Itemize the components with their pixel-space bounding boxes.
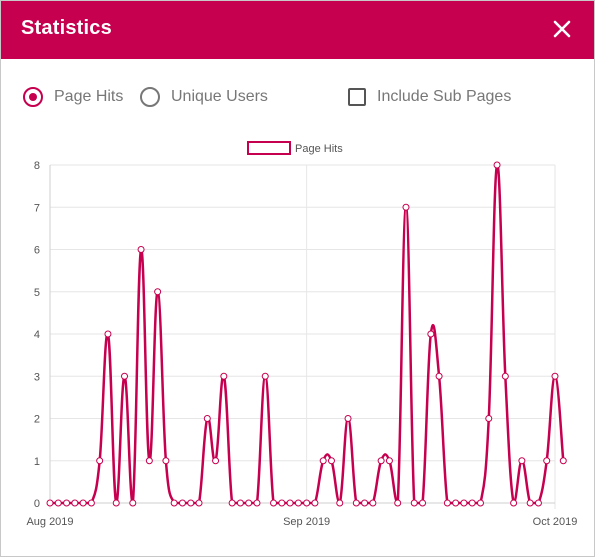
chart-svg: 0 1 2 3 4 5 6 7 8 Aug 2019 Sep 2019 Oct 2019 Page Hi… bbox=[26, 141, 578, 528]
data-point[interactable] bbox=[170, 499, 178, 507]
y-tick-label: 4 bbox=[34, 329, 40, 341]
page-hits-radio[interactable] bbox=[23, 87, 43, 107]
data-point[interactable] bbox=[46, 499, 54, 507]
x-tick-label: Oct 2019 bbox=[533, 516, 578, 528]
page-hits-label: Page Hits bbox=[54, 88, 124, 105]
data-point[interactable] bbox=[410, 499, 418, 507]
data-point[interactable] bbox=[476, 499, 484, 507]
y-tick-label: 7 bbox=[34, 202, 40, 214]
data-point[interactable] bbox=[154, 288, 162, 296]
data-point[interactable] bbox=[344, 415, 352, 422]
data-point[interactable] bbox=[402, 203, 410, 211]
data-point[interactable] bbox=[129, 499, 137, 507]
data-point[interactable] bbox=[435, 372, 443, 380]
data-point[interactable] bbox=[195, 499, 203, 507]
data-point[interactable] bbox=[162, 457, 170, 465]
data-point[interactable] bbox=[203, 415, 211, 422]
data-point[interactable] bbox=[336, 499, 344, 507]
data-point[interactable] bbox=[510, 499, 518, 507]
data-point[interactable] bbox=[63, 499, 71, 507]
data-point[interactable] bbox=[443, 499, 451, 507]
data-point[interactable] bbox=[551, 372, 559, 380]
y-tick-label: 0 bbox=[34, 498, 40, 510]
legend-swatch[interactable] bbox=[247, 141, 291, 155]
y-tick-label: 2 bbox=[34, 414, 40, 426]
data-point[interactable] bbox=[559, 457, 567, 465]
data-point[interactable] bbox=[104, 330, 112, 338]
y-tick-label: 6 bbox=[34, 245, 40, 257]
data-point[interactable] bbox=[96, 457, 104, 465]
x-tick-label: Sep 2019 bbox=[283, 516, 330, 528]
dialog-title: Statistics bbox=[21, 17, 112, 39]
data-point[interactable] bbox=[245, 499, 253, 507]
data-point[interactable] bbox=[526, 499, 534, 507]
data-point[interactable] bbox=[253, 499, 261, 507]
data-point[interactable] bbox=[493, 161, 501, 169]
data-point[interactable] bbox=[178, 499, 186, 507]
data-point[interactable] bbox=[79, 499, 87, 507]
data-point[interactable] bbox=[270, 499, 278, 507]
data-point[interactable] bbox=[294, 499, 302, 507]
data-point[interactable] bbox=[327, 457, 335, 465]
page-hits-chart: 0 1 2 3 4 5 6 7 8 Aug 2019 Sep 2019 Oct 2019 Page Hi… bbox=[1, 131, 594, 536]
data-point[interactable] bbox=[236, 499, 244, 507]
legend-label[interactable]: Page Hits bbox=[295, 143, 343, 155]
close-icon bbox=[553, 20, 571, 38]
unique-users-radio[interactable] bbox=[140, 87, 160, 107]
y-tick-label: 8 bbox=[34, 160, 40, 172]
data-point[interactable] bbox=[518, 457, 526, 465]
data-point[interactable] bbox=[543, 457, 551, 465]
data-point[interactable] bbox=[145, 457, 153, 465]
data-point[interactable] bbox=[385, 457, 393, 465]
page-hits-radio-option[interactable]: Page Hits bbox=[23, 86, 123, 108]
data-point[interactable] bbox=[361, 499, 369, 507]
include-sub-pages-option[interactable]: Include Sub Pages bbox=[348, 86, 511, 108]
data-point[interactable] bbox=[303, 499, 311, 507]
data-point[interactable] bbox=[369, 499, 377, 507]
unique-users-label: Unique Users bbox=[171, 88, 268, 105]
data-point[interactable] bbox=[460, 499, 468, 507]
data-point[interactable] bbox=[71, 499, 79, 507]
data-point[interactable] bbox=[427, 330, 435, 338]
y-tick-label: 1 bbox=[34, 456, 40, 468]
x-tick-label: Aug 2019 bbox=[26, 516, 73, 528]
unique-users-radio-option[interactable]: Unique Users bbox=[140, 86, 268, 108]
statistics-dialog: Statistics Page Hits Unique Users Includ… bbox=[0, 0, 595, 557]
data-point[interactable] bbox=[278, 499, 286, 507]
data-point[interactable] bbox=[121, 372, 129, 380]
data-point[interactable] bbox=[468, 499, 476, 507]
stat-options: Page Hits Unique Users Include Sub Pages bbox=[1, 81, 594, 113]
dialog-titlebar: Statistics bbox=[1, 1, 594, 59]
data-point[interactable] bbox=[212, 457, 220, 465]
data-point[interactable] bbox=[534, 499, 542, 507]
data-point[interactable] bbox=[501, 372, 509, 380]
y-tick-label: 5 bbox=[34, 287, 40, 299]
data-point[interactable] bbox=[319, 457, 327, 465]
data-point[interactable] bbox=[261, 372, 269, 380]
data-point[interactable] bbox=[286, 499, 294, 507]
data-point[interactable] bbox=[112, 499, 120, 507]
data-point[interactable] bbox=[228, 499, 236, 507]
data-point[interactable] bbox=[137, 246, 145, 253]
data-point[interactable] bbox=[394, 499, 402, 507]
data-point[interactable] bbox=[419, 499, 427, 507]
data-point[interactable] bbox=[87, 499, 95, 507]
data-point[interactable] bbox=[54, 499, 62, 507]
data-point[interactable] bbox=[187, 499, 195, 507]
close-button[interactable] bbox=[548, 15, 576, 43]
data-point[interactable] bbox=[220, 372, 228, 380]
include-sub-pages-checkbox[interactable] bbox=[348, 88, 366, 106]
data-point[interactable] bbox=[377, 457, 385, 465]
data-point[interactable] bbox=[311, 499, 319, 507]
data-point[interactable] bbox=[452, 499, 460, 507]
data-point[interactable] bbox=[485, 415, 493, 422]
include-sub-pages-label: Include Sub Pages bbox=[377, 88, 512, 105]
data-point[interactable] bbox=[352, 499, 360, 507]
y-tick-label: 3 bbox=[34, 371, 40, 383]
